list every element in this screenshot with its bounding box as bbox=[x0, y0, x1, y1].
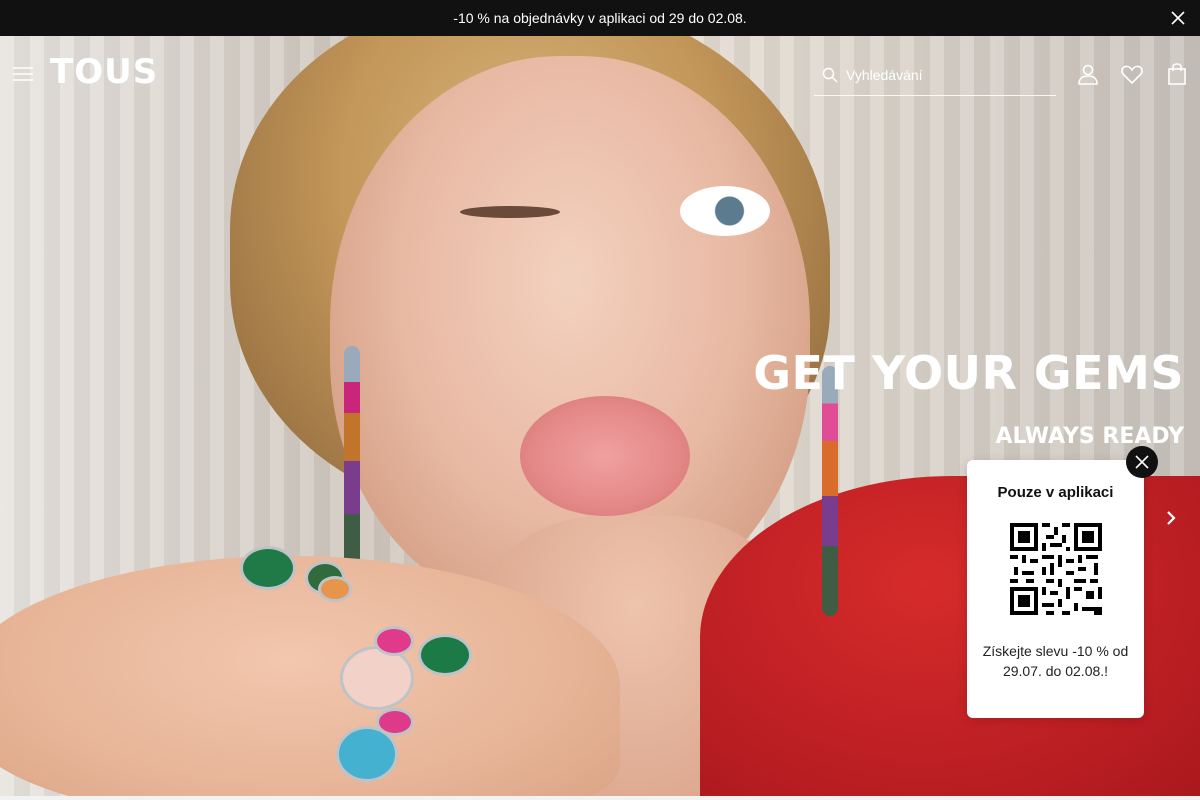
hero-model-eye-closed bbox=[460, 206, 560, 218]
heart-icon[interactable] bbox=[1120, 62, 1144, 86]
search-input[interactable] bbox=[846, 66, 1046, 83]
app-promo-popup: Pouze v aplikaci Získejte slevu -10 % od… bbox=[967, 460, 1144, 718]
hero-title: GET YOUR GEMS bbox=[753, 346, 1184, 400]
ring-gem bbox=[374, 626, 414, 656]
popup-close-button[interactable] bbox=[1126, 446, 1158, 478]
ring-gem bbox=[318, 576, 352, 602]
close-icon[interactable] bbox=[1170, 10, 1186, 26]
earring-right bbox=[822, 366, 838, 616]
page-divider bbox=[0, 796, 1200, 800]
popup-text: Získejte slevu -10 % od 29.07. do 02.08.… bbox=[982, 643, 1129, 679]
ring-gem bbox=[240, 546, 296, 590]
user-icon[interactable] bbox=[1076, 62, 1100, 86]
hamburger-menu-icon[interactable] bbox=[13, 67, 33, 81]
hero-subtitle: ALWAYS READY bbox=[995, 424, 1184, 449]
hero-model-eye bbox=[680, 186, 770, 236]
earring-left bbox=[344, 346, 360, 586]
ring-gem bbox=[418, 634, 472, 676]
tous-logo[interactable]: TOUS bbox=[50, 52, 158, 92]
site-header: TOUS bbox=[0, 36, 1200, 112]
promo-bar: -10 % na objednávky v aplikaci od 29 do … bbox=[0, 0, 1200, 36]
close-icon bbox=[1135, 455, 1149, 469]
search-icon[interactable] bbox=[822, 67, 838, 83]
shopping-bag-icon[interactable] bbox=[1165, 62, 1189, 86]
popup-title: Pouze v aplikaci bbox=[997, 484, 1114, 501]
ring-gem bbox=[340, 646, 414, 710]
search-bar[interactable] bbox=[814, 54, 1056, 96]
qr-code bbox=[1009, 523, 1102, 615]
chevron-right-icon[interactable] bbox=[1164, 508, 1178, 528]
promo-text: -10 % na objednávky v aplikaci od 29 do … bbox=[453, 10, 747, 26]
ring-gem bbox=[376, 708, 414, 736]
hero-model-lips bbox=[520, 396, 690, 516]
